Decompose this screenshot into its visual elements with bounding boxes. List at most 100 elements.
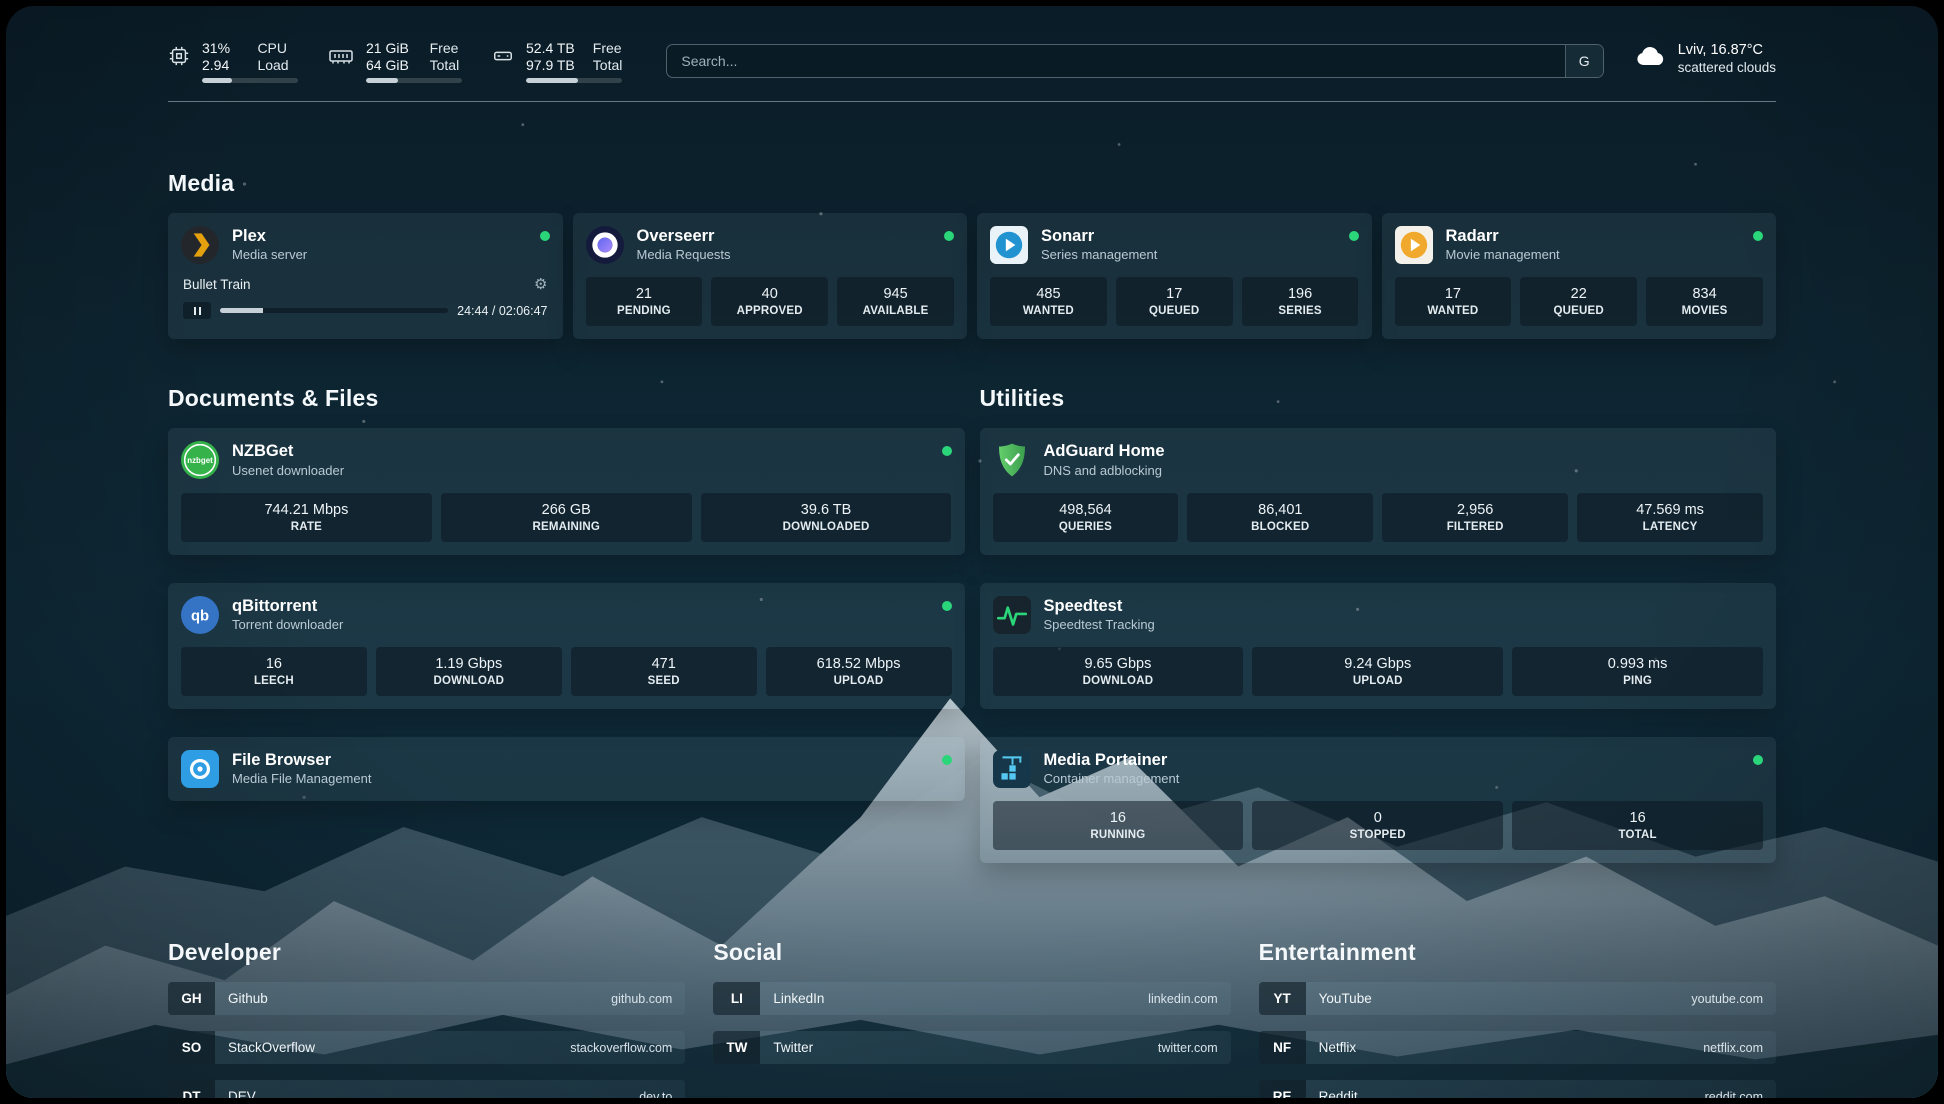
radarr-card[interactable]: Radarr Movie management 17 WANTED 22 QUE… [1382, 213, 1777, 339]
entertainment-bookmarks: Entertainment YT YouTube youtube.com NF … [1259, 939, 1776, 1098]
status-dot [942, 755, 952, 765]
stat-value: 196 [1288, 286, 1312, 302]
speedtest-card[interactable]: Speedtest Speedtest Tracking 9.65 Gbps D… [980, 583, 1777, 709]
svg-text:nzbget: nzbget [187, 456, 213, 465]
disk-total: 97.9 TB [526, 57, 575, 73]
stat-queued: 17 QUEUED [1116, 277, 1233, 326]
stat-label: DOWNLOADED [783, 521, 870, 533]
cpu-label: CPU [257, 40, 298, 56]
playback-time: 24:44 / 02:06:47 [457, 304, 547, 318]
memory-free-label: Free [430, 40, 462, 56]
adguard-icon [993, 441, 1031, 479]
stat-value: 945 [883, 286, 907, 302]
stat-label: LATENCY [1643, 521, 1698, 533]
portainer-card[interactable]: Media Portainer Container management 16 … [980, 737, 1777, 863]
stat-value: 86,401 [1258, 502, 1302, 518]
bookmark-stackoverflow[interactable]: SO StackOverflow stackoverflow.com [168, 1031, 685, 1064]
stat-value: 17 [1445, 286, 1461, 302]
bookmark-name: YouTube [1319, 991, 1372, 1006]
adguard-card[interactable]: AdGuard Home DNS and adblocking 498,564 … [980, 428, 1777, 554]
stat-upload: 618.52 Mbps UPLOAD [766, 647, 952, 696]
stat-rate: 744.21 Mbps RATE [181, 493, 432, 542]
pause-button[interactable] [183, 302, 211, 319]
qbittorrent-card[interactable]: qb qBittorrent Torrent downloader 16 [168, 583, 965, 709]
stat-label: MOVIES [1682, 305, 1728, 317]
stat-download: 1.19 Gbps DOWNLOAD [376, 647, 562, 696]
stat-label: UPLOAD [834, 675, 884, 687]
disk-icon [492, 45, 514, 83]
stat-label: TOTAL [1618, 829, 1656, 841]
disk-bar-fill [526, 78, 578, 83]
playback-progress-bar[interactable] [220, 308, 448, 313]
bookmark-reddit[interactable]: RE Reddit reddit.com [1259, 1080, 1776, 1098]
radarr-icon [1395, 226, 1433, 264]
stat-leech: 16 LEECH [181, 647, 367, 696]
stat-ping: 0.993 ms PING [1512, 647, 1763, 696]
stat-value: 485 [1036, 286, 1060, 302]
status-dot [1753, 755, 1763, 765]
status-dot [942, 446, 952, 456]
stat-label: DOWNLOAD [434, 675, 505, 687]
cpu-bar-fill [202, 78, 232, 83]
plex-icon [181, 226, 219, 264]
cpu-percent: 31% [202, 40, 239, 56]
bookmark-abbr: NF [1259, 1031, 1306, 1064]
bookmark-youtube[interactable]: YT YouTube youtube.com [1259, 982, 1776, 1015]
nzbget-card[interactable]: nzbget NZBGet Usenet downloader 744.21 M… [168, 428, 965, 554]
weather-widget[interactable]: Lviv, 16.87°C scattered clouds [1634, 42, 1776, 75]
overseerr-card[interactable]: Overseerr Media Requests 21 PENDING 40 A… [573, 213, 968, 339]
plex-card[interactable]: Plex Media server Bullet Train ⚙ [168, 213, 563, 339]
memory-free: 21 GiB [366, 40, 412, 56]
stat-label: UPLOAD [1353, 675, 1403, 687]
app-description: Media File Management [232, 771, 371, 788]
app-name: Speedtest [1044, 596, 1155, 617]
filebrowser-card[interactable]: File Browser Media File Management [168, 737, 965, 801]
stat-value: 17 [1166, 286, 1182, 302]
stat-label: WANTED [1427, 305, 1478, 317]
app-name: Media Portainer [1044, 750, 1180, 771]
portainer-icon [993, 750, 1031, 788]
top-bar: 31% CPU 2.94 Load 21 GiB [168, 40, 1776, 83]
stat-label: PENDING [617, 305, 671, 317]
bookmark-twitter[interactable]: TW Twitter twitter.com [713, 1031, 1230, 1064]
cpu-metric: 31% CPU 2.94 Load [168, 40, 298, 83]
stat-value: 498,564 [1059, 502, 1111, 518]
cpu-load-label: Load [257, 57, 298, 73]
bookmark-abbr: DT [168, 1080, 215, 1098]
stat-label: PING [1623, 675, 1652, 687]
app-name: NZBGet [232, 441, 344, 462]
bookmark-github[interactable]: GH Github github.com [168, 982, 685, 1015]
cpu-icon [168, 45, 190, 83]
sonarr-icon [990, 226, 1028, 264]
overseerr-icon [586, 226, 624, 264]
bookmark-linkedin[interactable]: LI LinkedIn linkedin.com [713, 982, 1230, 1015]
stat-latency: 47.569 ms LATENCY [1577, 493, 1763, 542]
disk-total-label: Total [593, 57, 623, 73]
stat-label: FILTERED [1447, 521, 1504, 533]
disk-free: 52.4 TB [526, 40, 575, 56]
sonarr-card[interactable]: Sonarr Series management 485 WANTED 17 Q… [977, 213, 1372, 339]
stat-label: DOWNLOAD [1083, 675, 1154, 687]
app-name: Overseerr [637, 226, 731, 247]
bookmark-netflix[interactable]: NF Netflix netflix.com [1259, 1031, 1776, 1064]
stat-label: RATE [291, 521, 322, 533]
bookmark-name: DEV [228, 1089, 256, 1098]
stat-value: 22 [1571, 286, 1587, 302]
stat-label: REMAINING [532, 521, 600, 533]
search-input[interactable] [667, 45, 1564, 77]
bookmark-name: Github [228, 991, 268, 1006]
stat-value: 0.993 ms [1608, 656, 1668, 672]
stat-blocked: 86,401 BLOCKED [1187, 493, 1373, 542]
bookmark-url: stackoverflow.com [570, 1041, 672, 1055]
stat-label: SEED [648, 675, 680, 687]
bookmark-dev[interactable]: DT DEV dev.to [168, 1080, 685, 1098]
media-section: Media Plex Media server [168, 170, 1776, 339]
stat-value: 2,956 [1457, 502, 1493, 518]
developer-section-title: Developer [168, 939, 685, 966]
search-engine-button[interactable]: G [1565, 45, 1603, 77]
app-name: AdGuard Home [1044, 441, 1165, 462]
media-section-title: Media [168, 170, 1776, 197]
gear-icon[interactable]: ⚙ [534, 277, 547, 292]
now-playing-title: Bullet Train [183, 277, 251, 292]
stat-value: 471 [652, 656, 676, 672]
